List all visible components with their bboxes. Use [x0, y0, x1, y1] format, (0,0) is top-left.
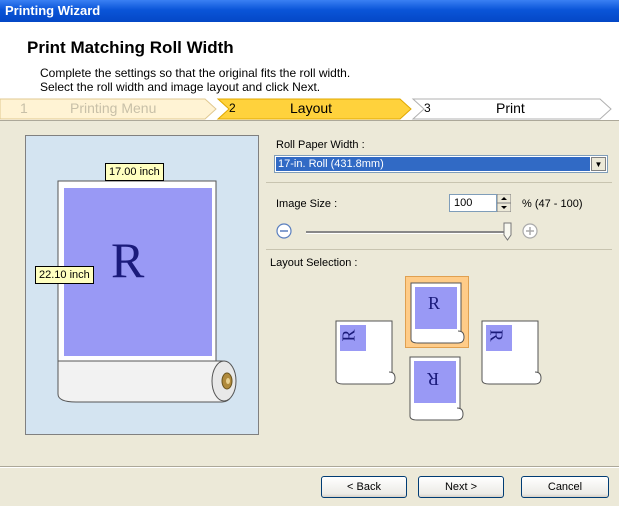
step-3-label: Print: [496, 100, 525, 116]
roll-paper-width-label: Roll Paper Width :: [276, 139, 365, 151]
layout-option-normal[interactable]: R: [405, 276, 469, 348]
image-size-range: % (47 - 100): [522, 198, 583, 210]
layout-preview: R 17.00 inch 22.10 inch: [25, 135, 259, 435]
window-title: Printing Wizard: [5, 3, 101, 18]
image-size-spinner[interactable]: [497, 194, 511, 212]
instruction-line-1: Complete the settings so that the origin…: [40, 66, 351, 80]
layout-glyph: R: [486, 329, 507, 342]
layout-option-rotate-right[interactable]: R: [479, 318, 543, 386]
step-2-label: Layout: [290, 100, 333, 116]
roll-paper-width-select[interactable]: 17-in. Roll (431.8mm) ▼: [274, 155, 608, 173]
wizard-header: Print Matching Roll Width Complete the s…: [0, 22, 619, 120]
image-size-label: Image Size :: [276, 198, 338, 210]
image-size-input[interactable]: 100: [449, 194, 497, 212]
cancel-button[interactable]: Cancel: [521, 476, 609, 498]
image-size-slider-track[interactable]: [306, 231, 510, 234]
divider: [266, 249, 612, 250]
preview-glyph: R: [111, 232, 145, 288]
footer-divider-highlight: [0, 467, 619, 468]
roll-paper-width-value: 17-in. Roll (431.8mm): [276, 157, 590, 171]
step-indicator: 1 Printing Menu 2 Layout 3 Print: [0, 98, 619, 120]
roll-icon: [335, 320, 396, 385]
roll-icon: [481, 320, 542, 385]
zoom-in-icon[interactable]: [522, 223, 540, 241]
next-button[interactable]: Next >: [418, 476, 504, 498]
layout-option-rotate-left[interactable]: R: [333, 318, 397, 386]
step-3-number: 3: [424, 101, 431, 115]
divider: [266, 182, 612, 183]
instruction-line-2: Select the roll width and image layout a…: [40, 80, 321, 94]
layout-glyph: R: [427, 369, 440, 389]
header-divider: [0, 120, 619, 121]
height-label: 22.10 inch: [35, 266, 94, 284]
step-1-number: 1: [20, 100, 28, 116]
layout-selection-label: Layout Selection :: [270, 257, 358, 269]
layout-glyph: R: [428, 293, 441, 313]
page-title: Print Matching Roll Width: [27, 38, 234, 57]
chevron-down-icon[interactable]: ▼: [591, 157, 606, 171]
step-1-label: Printing Menu: [70, 100, 157, 116]
zoom-out-icon[interactable]: [276, 223, 294, 241]
layout-option-upside-down[interactable]: R: [405, 354, 467, 422]
back-button[interactable]: < Back: [321, 476, 407, 498]
image-size-slider-thumb[interactable]: [503, 222, 512, 241]
layout-glyph: R: [338, 329, 359, 342]
width-label: 17.00 inch: [105, 163, 164, 181]
title-bar: Printing Wizard: [0, 0, 619, 22]
step-2-number: 2: [229, 101, 236, 115]
